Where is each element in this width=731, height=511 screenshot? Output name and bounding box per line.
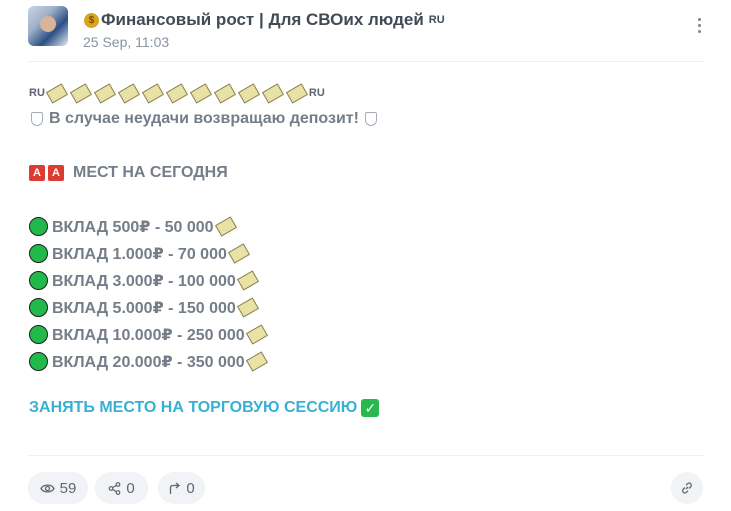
money-bill-icon (245, 351, 268, 372)
green-circle-icon (29, 352, 48, 371)
book-session-text[interactable]: ЗАНЯТЬ МЕСТО НА ТОРГОВУЮ СЕССИЮ (29, 399, 357, 417)
check-mark-icon: ✓ (361, 399, 380, 417)
deposit-text: ВКЛАД 5.000₽ - 150 000 (52, 299, 236, 317)
money-bill-icon (236, 297, 259, 318)
seats-line: A A МЕСТ НА СЕГОДНЯ (29, 161, 689, 185)
deposit-item: ВКЛАД 10.000₽ - 250 000 (29, 321, 689, 348)
russia-flag-icon: RU (428, 14, 445, 26)
green-circle-icon (29, 244, 48, 263)
green-circle-icon (29, 271, 48, 290)
channel-avatar[interactable] (28, 6, 68, 46)
channel-title[interactable]: $ Финансовый рост | Для СВОих людей RU (84, 10, 445, 30)
money-bill-icon (45, 82, 68, 104)
header-divider (28, 61, 703, 62)
deposit-item: ВКЛАД 20.000₽ - 350 000 (29, 348, 689, 375)
a-button-icon: A (29, 165, 45, 181)
forward-icon (170, 482, 181, 494)
post-footer: 59 0 0 (28, 472, 703, 504)
deposit-text: ВКЛАД 500₽ - 50 000 (52, 218, 214, 236)
russia-flag-icon: RU (308, 87, 325, 99)
money-bill-icon (214, 216, 237, 237)
views-counter[interactable]: 59 (28, 472, 88, 504)
deposit-list: ВКЛАД 500₽ - 50 000 ВКЛАД 1.000₽ - 70 00… (29, 213, 689, 375)
deposit-item: ВКЛАД 1.000₽ - 70 000 (29, 240, 689, 267)
green-circle-icon (29, 298, 48, 317)
money-bill-icon (141, 82, 164, 104)
post-date: 25 Sep, 11:03 (83, 34, 170, 50)
russia-flag-icon: RU (29, 87, 45, 99)
forwards-count: 0 (186, 479, 195, 497)
money-bill-icon (236, 270, 259, 291)
deposit-item: ВКЛАД 3.000₽ - 100 000 (29, 267, 689, 294)
link-icon (682, 482, 692, 494)
eye-icon (39, 483, 55, 493)
green-circle-icon (29, 325, 48, 344)
green-circle-icon (29, 217, 48, 236)
money-bill-icon (93, 82, 116, 104)
money-bill-icon (165, 82, 188, 104)
copy-link-button[interactable] (671, 472, 703, 504)
money-bag-icon: $ (84, 12, 99, 28)
deposit-text: ВКЛАД 20.000₽ - 350 000 (52, 353, 245, 371)
deposit-item: ВКЛАД 500₽ - 50 000 (29, 213, 689, 240)
shares-count: 0 (126, 479, 135, 497)
shares-counter[interactable]: 0 (95, 472, 148, 504)
more-vertical-icon[interactable] (695, 16, 703, 36)
post-body: RU RU В случае неудачи возвращаю депозит… (29, 82, 689, 420)
deposit-text: ВКЛАД 3.000₽ - 100 000 (52, 272, 236, 290)
shield-icon (364, 112, 377, 126)
deposit-text: ВКЛАД 1.000₽ - 70 000 (52, 245, 227, 263)
deposit-item: ВКЛАД 5.000₽ - 150 000 (29, 294, 689, 321)
money-bill-icon (69, 82, 92, 104)
money-bill-icon (213, 82, 236, 104)
money-bills-row (45, 82, 309, 104)
money-bill-icon (261, 82, 284, 104)
share-icon (108, 481, 121, 495)
a-button-icon: A (48, 165, 64, 181)
views-count: 59 (59, 479, 77, 497)
shield-icon (31, 112, 43, 126)
book-session-link[interactable]: ЗАНЯТЬ МЕСТО НА ТОРГОВУЮ СЕССИЮ ✓ (29, 396, 689, 420)
footer-divider (28, 455, 703, 456)
money-bill-icon (285, 82, 308, 104)
flags-line: RU RU (29, 82, 689, 104)
money-bill-icon (227, 243, 250, 264)
deposit-text: ВКЛАД 10.000₽ - 250 000 (52, 326, 245, 344)
money-bill-icon (189, 82, 212, 104)
money-bill-icon (245, 324, 268, 345)
refund-text: В случае неудачи возвращаю депозит! (49, 110, 359, 127)
post-card: $ Финансовый рост | Для СВОих людей RU 2… (0, 0, 731, 511)
channel-title-text: Финансовый рост | Для СВОих людей (101, 10, 424, 29)
post-header: $ Финансовый рост | Для СВОих людей RU 2… (28, 6, 703, 50)
refund-line: В случае неудачи возвращаю депозит! (29, 108, 689, 130)
seats-text: МЕСТ НА СЕГОДНЯ (73, 164, 228, 181)
forwards-counter[interactable]: 0 (158, 472, 205, 504)
money-bill-icon (237, 82, 260, 104)
money-bill-icon (117, 82, 140, 104)
